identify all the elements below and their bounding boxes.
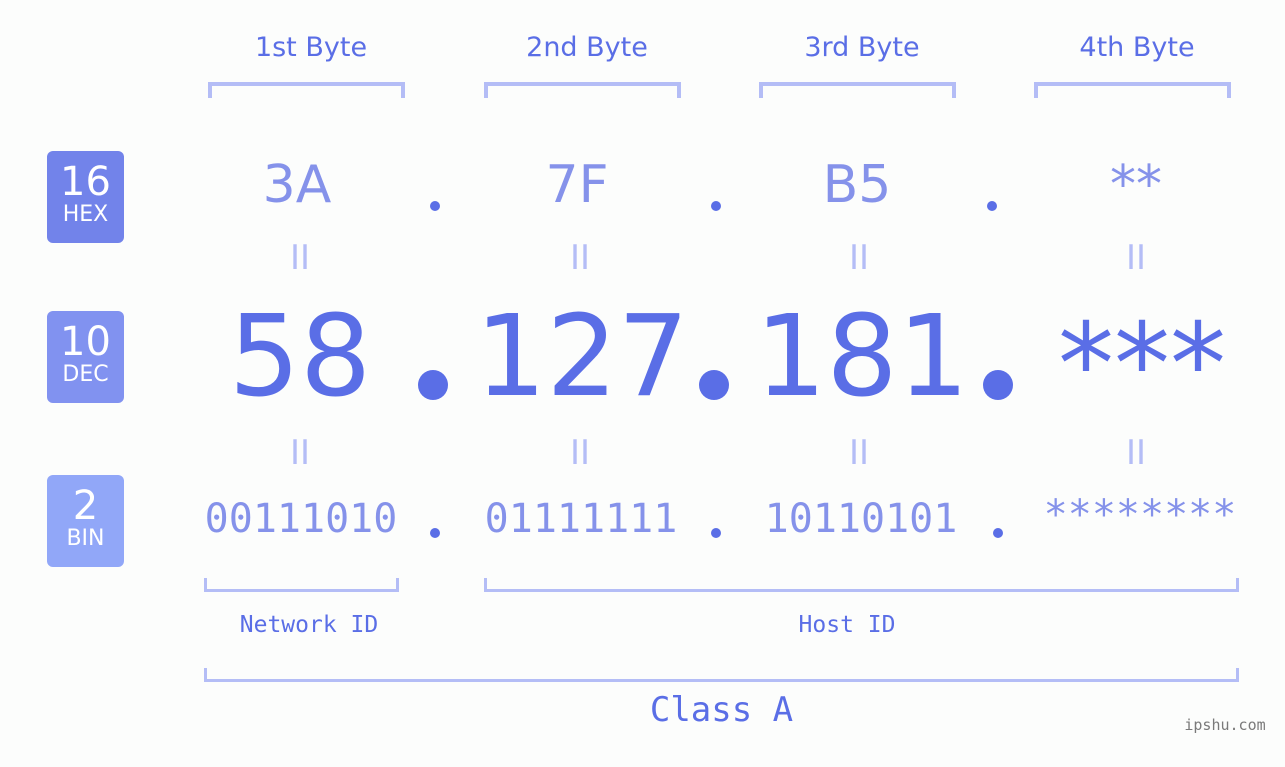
bin-value-4: ******** — [1043, 492, 1237, 538]
bin-dot-1 — [430, 528, 440, 538]
byte-bracket-2 — [484, 82, 681, 98]
bin-value-2: 01111111 — [484, 496, 678, 542]
network-id-label: Network ID — [239, 612, 379, 638]
dec-value-3: 181 — [755, 292, 969, 422]
hex-badge-base: 16 — [60, 159, 111, 205]
network-id-bracket — [204, 578, 399, 592]
dec-dot-3 — [983, 370, 1013, 400]
class-bracket — [204, 668, 1239, 682]
equals-icon: II — [569, 238, 591, 278]
byte-header-1: 1st Byte — [254, 32, 368, 63]
dec-value-1: 58 — [228, 292, 372, 422]
watermark: ipshu.com — [1184, 716, 1266, 734]
hex-value-4: ** — [1110, 155, 1162, 215]
byte-header-4: 4th Byte — [1079, 32, 1195, 63]
byte-bracket-4 — [1034, 82, 1231, 98]
hex-value-3: B5 — [822, 155, 892, 215]
equals-icon: II — [289, 433, 311, 473]
hex-badge-label: HEX — [62, 202, 109, 227]
hex-badge: 16 HEX — [47, 151, 124, 243]
equals-icon: II — [848, 433, 870, 473]
byte-header-2: 2nd Byte — [526, 32, 648, 63]
dec-value-4: *** — [1058, 300, 1226, 430]
byte-header-3: 3rd Byte — [804, 32, 920, 63]
equals-icon: II — [569, 433, 591, 473]
dec-dot-2 — [699, 370, 729, 400]
bin-value-3: 10110101 — [764, 496, 958, 542]
hex-dot-1 — [430, 201, 440, 211]
equals-icon: II — [848, 238, 870, 278]
bin-dot-2 — [711, 528, 721, 538]
host-id-label: Host ID — [798, 612, 896, 638]
dec-badge-base: 10 — [60, 319, 111, 365]
dec-badge-label: DEC — [62, 362, 109, 387]
equals-icon: II — [1125, 238, 1147, 278]
equals-icon: II — [289, 238, 311, 278]
bin-badge: 2 BIN — [47, 475, 124, 567]
host-id-bracket — [484, 578, 1239, 592]
dec-badge: 10 DEC — [47, 311, 124, 403]
bin-badge-label: BIN — [66, 526, 105, 551]
hex-dot-2 — [711, 201, 721, 211]
hex-dot-3 — [987, 201, 997, 211]
bin-value-1: 00111010 — [204, 496, 398, 542]
hex-value-2: 7F — [545, 155, 609, 215]
bin-dot-3 — [993, 528, 1003, 538]
equals-icon: II — [1125, 433, 1147, 473]
byte-bracket-3 — [759, 82, 956, 98]
dec-value-2: 127 — [475, 292, 689, 422]
bin-badge-base: 2 — [72, 483, 99, 529]
byte-bracket-1 — [208, 82, 405, 98]
hex-value-1: 3A — [262, 155, 332, 215]
dec-dot-1 — [418, 370, 448, 400]
class-label: Class A — [649, 690, 794, 730]
